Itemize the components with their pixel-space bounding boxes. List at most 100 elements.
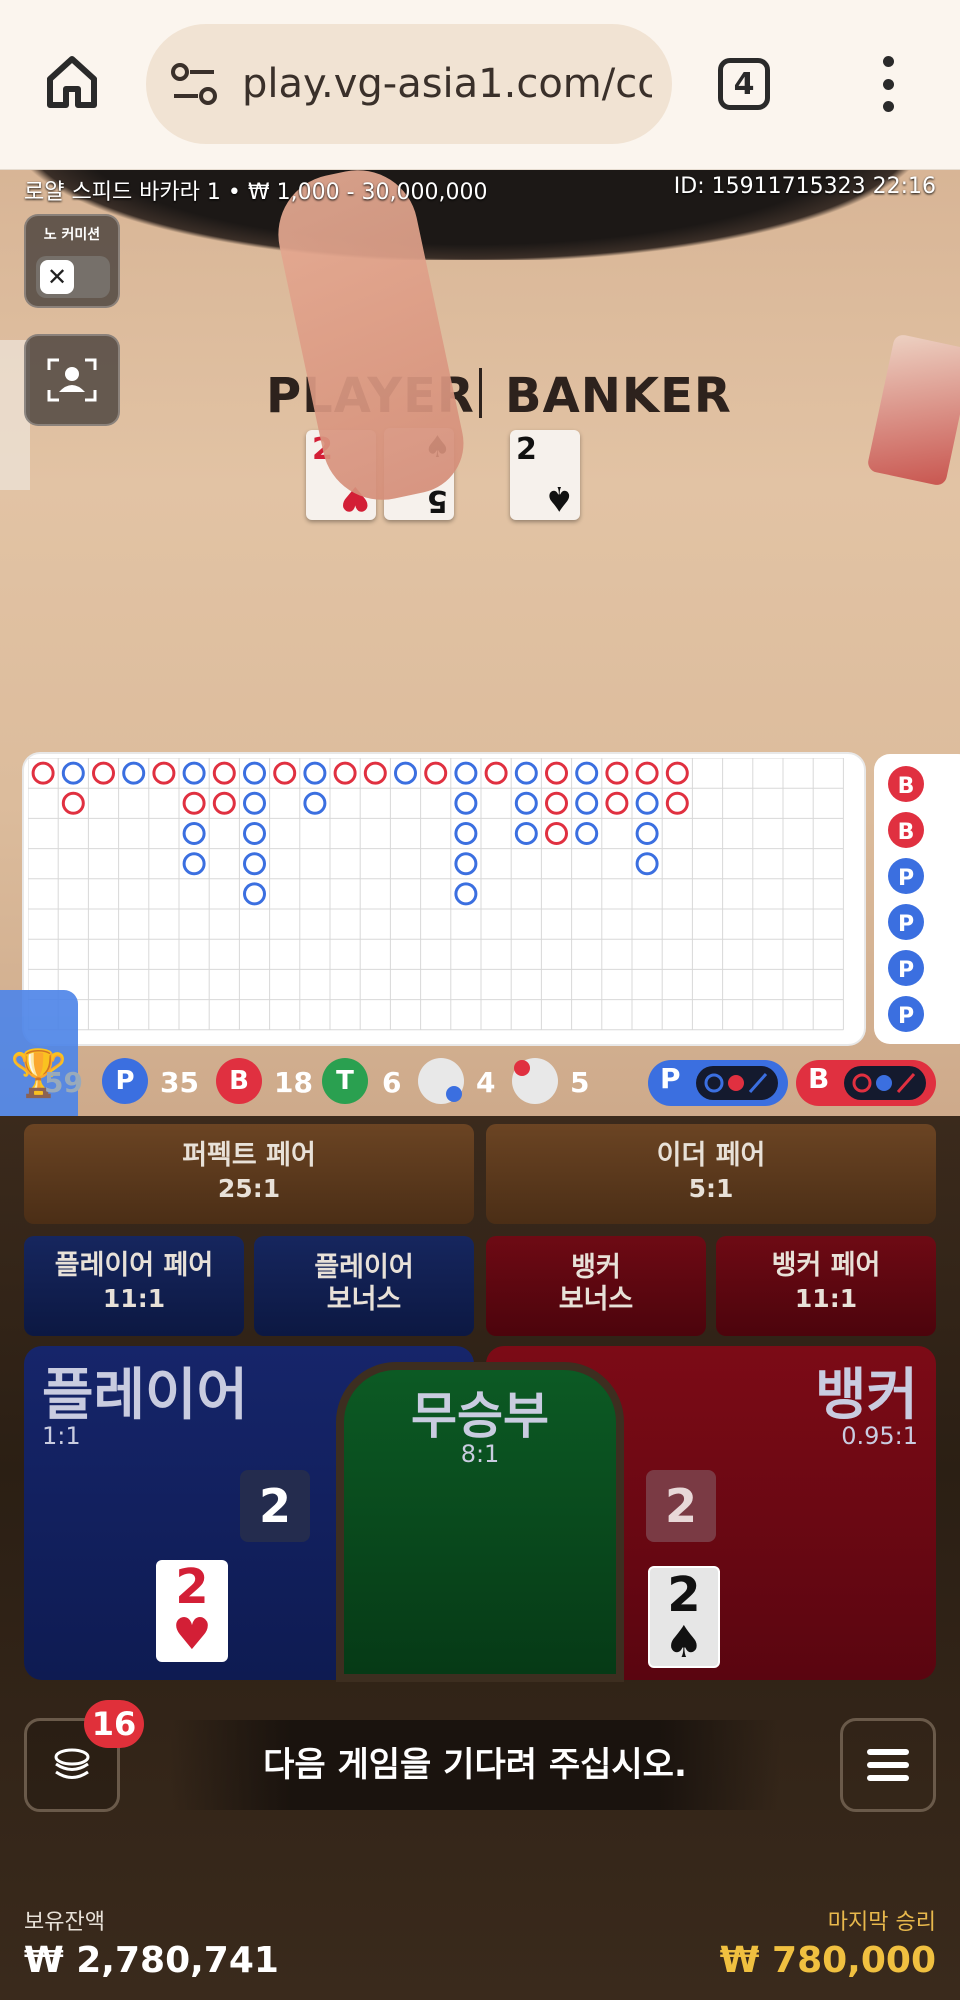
road-mark [243, 822, 266, 845]
felt-banker-text: BANKER [505, 368, 732, 424]
road-mark [605, 761, 629, 785]
banker-pair-bet[interactable]: 뱅커 페어 11:1 [716, 1236, 936, 1336]
player-bonus-label: 보너스 [326, 1284, 402, 1315]
perfect-pair-odds: 25:1 [217, 1174, 281, 1203]
home-icon[interactable] [42, 52, 102, 112]
road-mark [514, 822, 538, 845]
road-mark [243, 852, 266, 876]
road-mark [182, 822, 206, 845]
road-mark [182, 791, 206, 815]
road-mark [605, 791, 629, 815]
player-pair-odds: 11:1 [102, 1284, 166, 1313]
bead-mark: B [888, 812, 924, 848]
road-mark [363, 761, 387, 785]
svg-text:B: B [898, 820, 915, 845]
banker-pair-odds: 11:1 [794, 1284, 858, 1313]
road-mark [545, 791, 568, 815]
perfect-pair-bet[interactable]: 퍼펙트 페어 25:1 [24, 1124, 474, 1224]
either-pair-odds: 5:1 [688, 1174, 734, 1203]
big-road [27, 757, 844, 1031]
tab-switcher-button[interactable]: 4 [718, 58, 770, 110]
bead-plate[interactable]: BBPPPP [874, 754, 960, 1044]
chip-count-badge: 16 [84, 1700, 144, 1748]
road-mark [635, 852, 659, 876]
either-pair-label: 이더 페어 [656, 1140, 766, 1171]
banker-predict-icons [844, 1066, 926, 1100]
no-commission-label: 노 커미션 [43, 227, 101, 243]
road-mark [333, 761, 357, 785]
road-mark [303, 791, 327, 815]
road-mark [182, 852, 206, 876]
video-view-button[interactable] [24, 334, 120, 426]
player-badge: P [102, 1058, 148, 1104]
player-predict-button[interactable]: P [648, 1060, 788, 1106]
bead-mark: P [888, 858, 924, 894]
banker-odds: 0.95:1 [841, 1422, 918, 1450]
roadmap-scoreboard[interactable] [24, 754, 864, 1044]
road-mark [122, 761, 146, 785]
road-mark [61, 761, 85, 785]
last-win-value: ₩ 780,000 [719, 1940, 936, 1981]
svg-text:B: B [898, 774, 915, 799]
user-frame-icon [47, 358, 97, 402]
close-icon: ✕ [40, 260, 74, 294]
road-mark [303, 761, 327, 785]
player-pair-label: 플레이어 페어 [54, 1250, 214, 1281]
road-mark [575, 761, 599, 785]
road-mark [243, 761, 266, 785]
player-label: 플레이어 [42, 1363, 249, 1428]
road-mark [273, 761, 297, 785]
toggle-track[interactable]: ✕ [36, 256, 110, 298]
stats-bar: 59 P 35 B 18 T 6 4 5 P B [0, 1054, 960, 1116]
felt-divider [479, 368, 482, 418]
menu-button[interactable] [840, 1718, 936, 1812]
road-mark [514, 761, 538, 785]
page: { "browser": { "url": "play.vg-asia1.com… [0, 0, 960, 2000]
bead-road: BBPPPP [888, 766, 924, 1032]
road-mark [92, 761, 115, 785]
bead-mark: P [888, 904, 924, 940]
svg-text:P: P [898, 1004, 914, 1029]
road-mark [454, 822, 478, 845]
player-odds: 1:1 [42, 1422, 81, 1450]
banker-label: 뱅커 [814, 1363, 918, 1428]
banker-pair-label: 뱅커 페어 [771, 1250, 881, 1281]
player-pair-bet[interactable]: 플레이어 페어 11:1 [24, 1236, 244, 1336]
banker-predict-button[interactable]: B [796, 1060, 936, 1106]
site-settings-icon[interactable] [170, 62, 220, 106]
road-mark [665, 791, 689, 815]
no-commission-toggle[interactable]: 노 커미션 ✕ [24, 214, 120, 308]
bead-mark: P [888, 950, 924, 986]
player-card: 2 ♥ [156, 1560, 228, 1662]
kebab-menu-icon[interactable] [868, 56, 908, 112]
url-text[interactable]: play.vg-asia1.com/cc [242, 24, 652, 144]
table-card: 2 ♠ [510, 430, 580, 520]
browser-toolbar: play.vg-asia1.com/cc 4 [0, 0, 960, 170]
banker-pair-count: 5 [570, 1066, 590, 1099]
player-pair-icon [418, 1058, 464, 1104]
banker-pair-icon [512, 1058, 558, 1104]
road-mark [454, 791, 478, 815]
player-score: 2 [240, 1470, 310, 1542]
player-predict-icons [696, 1066, 778, 1100]
tie-bet[interactable]: 무승부 8:1 [336, 1362, 624, 1682]
road-mark [394, 761, 417, 785]
road-mark [635, 822, 659, 845]
road-mark [635, 791, 659, 815]
road-mark [635, 761, 659, 785]
road-mark [212, 761, 236, 785]
player-pair-count: 4 [476, 1066, 496, 1099]
banker-card: 2 ♠ [648, 1566, 720, 1668]
address-bar[interactable]: play.vg-asia1.com/cc [146, 24, 672, 144]
chips-icon [54, 1748, 90, 1779]
banker-bonus-bet[interactable]: 뱅커 보너스 [486, 1236, 706, 1336]
road-mark [454, 882, 478, 906]
balance-label: 보유잔액 [24, 1910, 105, 1935]
dealer-cards [866, 333, 960, 487]
road-mark [575, 791, 599, 815]
player-bonus-bet[interactable]: 플레이어 보너스 [254, 1236, 474, 1336]
either-pair-bet[interactable]: 이더 페어 5:1 [486, 1124, 936, 1224]
tie-count: 6 [382, 1066, 402, 1099]
tie-badge: T [322, 1058, 368, 1104]
svg-text:P: P [898, 958, 914, 983]
